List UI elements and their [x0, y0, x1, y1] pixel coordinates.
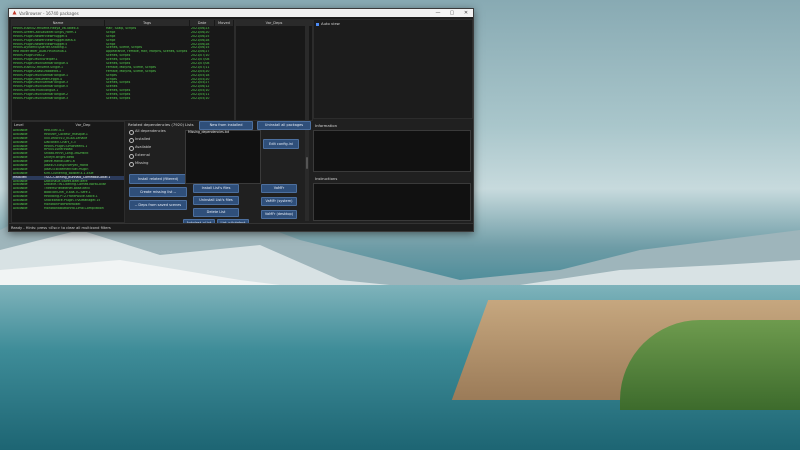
list-item[interactable]: Missing_dependencies.txt — [186, 130, 260, 135]
packages-rows: Hhkks.custt42.Hhuehe.Hexya_Va.Takex.4 Hai… — [12, 27, 234, 119]
radio-label: External — [135, 153, 150, 157]
status-bar: Ready - Hints: press <Esc> to clear all … — [9, 223, 473, 231]
related-filter-group: All dependencies Installed Available Ext… — [129, 129, 189, 169]
uninstall-all-button[interactable]: Uninstall all packages — [257, 121, 311, 130]
varfr-button[interactable]: VaMFr — [261, 184, 297, 193]
radio-icon — [129, 154, 134, 159]
close-icon[interactable]: ✕ — [459, 9, 473, 17]
instructions-box — [313, 183, 471, 221]
related-deps-title: Related dependencies (7920) — [128, 122, 184, 127]
table-row[interactable]: Available MonotonaButtonHo.Limb.Compilati… — [12, 207, 124, 211]
col-tags-header[interactable]: Tags — [105, 20, 189, 26]
var-deps-header: Var_Deps — [236, 20, 312, 26]
new-from-installed-button[interactable]: New from installed — [199, 121, 253, 130]
install-list-files-button[interactable]: Install List's files — [193, 184, 239, 193]
table-cell: 2021/05/10 — [191, 97, 210, 101]
var-deps-panel: Var_Deps — [235, 19, 313, 121]
dependencies-table: Level Var_Dep Available Hhk.Elec.4.1 Avail… — [11, 121, 125, 223]
minimize-icon[interactable]: — — [431, 9, 445, 17]
app-icon — [12, 10, 17, 15]
delete-list-button[interactable]: Delete List — [193, 208, 239, 217]
lists-listbox[interactable]: Missing_dependencies.txt — [185, 130, 261, 184]
radio-icon — [129, 138, 134, 143]
radio-installed[interactable]: Installed — [129, 137, 177, 143]
deps-from-scenes-button[interactable]: -- Deps from saved scenes — [129, 200, 187, 210]
lists-label: Lists — [185, 122, 194, 127]
radio-all-dependencies[interactable]: All dependencies — [129, 129, 177, 135]
auto-view-panel: Auto view — [313, 19, 473, 119]
radio-available[interactable]: Available — [129, 145, 177, 151]
col-vardep-header[interactable]: Var_Dep — [44, 122, 122, 128]
varfr-desktop-button[interactable]: VaMFr (desktop) — [261, 210, 297, 219]
instructions-label: Instructions — [315, 176, 338, 181]
create-missing-list-button[interactable]: Create missing list -- — [129, 187, 187, 197]
col-name-header[interactable]: Name — [12, 20, 104, 26]
radio-label: Available — [135, 145, 152, 149]
scrollbar-thumb[interactable] — [306, 157, 308, 169]
radio-icon — [129, 162, 134, 167]
auto-view-checkbox[interactable]: Auto view — [316, 21, 340, 26]
auto-view-label: Auto view — [321, 21, 340, 26]
col-level-header[interactable]: Level — [12, 122, 44, 128]
radio-icon — [129, 146, 134, 151]
information-label: Information — [315, 123, 337, 128]
title-bar[interactable]: VarBrowser - 16740 packages — ▢ ✕ — [9, 9, 473, 17]
table-cell: Scenes, Scripts — [106, 97, 131, 101]
information-box — [313, 130, 471, 172]
install-related-button[interactable]: Install related (filtered) — [129, 174, 187, 184]
edit-config-button[interactable]: Edit config.ini — [263, 139, 299, 149]
maximize-icon[interactable]: ▢ — [445, 9, 459, 17]
status-text: Ready - Hints: press <Esc> to clear all … — [11, 226, 111, 230]
table-cell: Available — [13, 206, 28, 210]
col-moved-header[interactable]: Moved — [215, 20, 233, 26]
radio-missing[interactable]: Missing — [129, 161, 177, 167]
packages-table: Name Tags Date Moved Hhkks.custt42.Hhueh… — [11, 19, 235, 121]
app-window: VarBrowser - 16740 packages — ▢ ✕ Name T… — [8, 8, 474, 232]
radio-external[interactable]: External — [129, 153, 177, 159]
radio-icon — [129, 130, 134, 135]
radio-label: Missing — [135, 161, 149, 165]
varfr-system-button[interactable]: VaMFr (system) — [261, 197, 297, 206]
radio-label: Installed — [135, 137, 151, 141]
radio-label: All dependencies — [135, 129, 166, 133]
table-cell: Hhkks.Plugin.MultiSelfbarTongue.3 — [13, 97, 69, 101]
window-title: VarBrowser - 16740 packages — [19, 10, 79, 16]
checkbox-checked-icon — [316, 22, 319, 26]
uninstall-list-files-button[interactable]: Uninstall List's files — [193, 196, 239, 205]
table-cell: MonotonaButtonHo.Limb.Compilation — [44, 206, 104, 210]
col-date-header[interactable]: Date — [190, 20, 214, 26]
table-row[interactable]: Hhkks.Plugin.MultiSelfbarTongue.3 Scenes,… — [12, 97, 234, 101]
dependencies-rows: Available Hhk.Elec.4.1 Available Hhk06ff_Co… — [12, 129, 124, 221]
